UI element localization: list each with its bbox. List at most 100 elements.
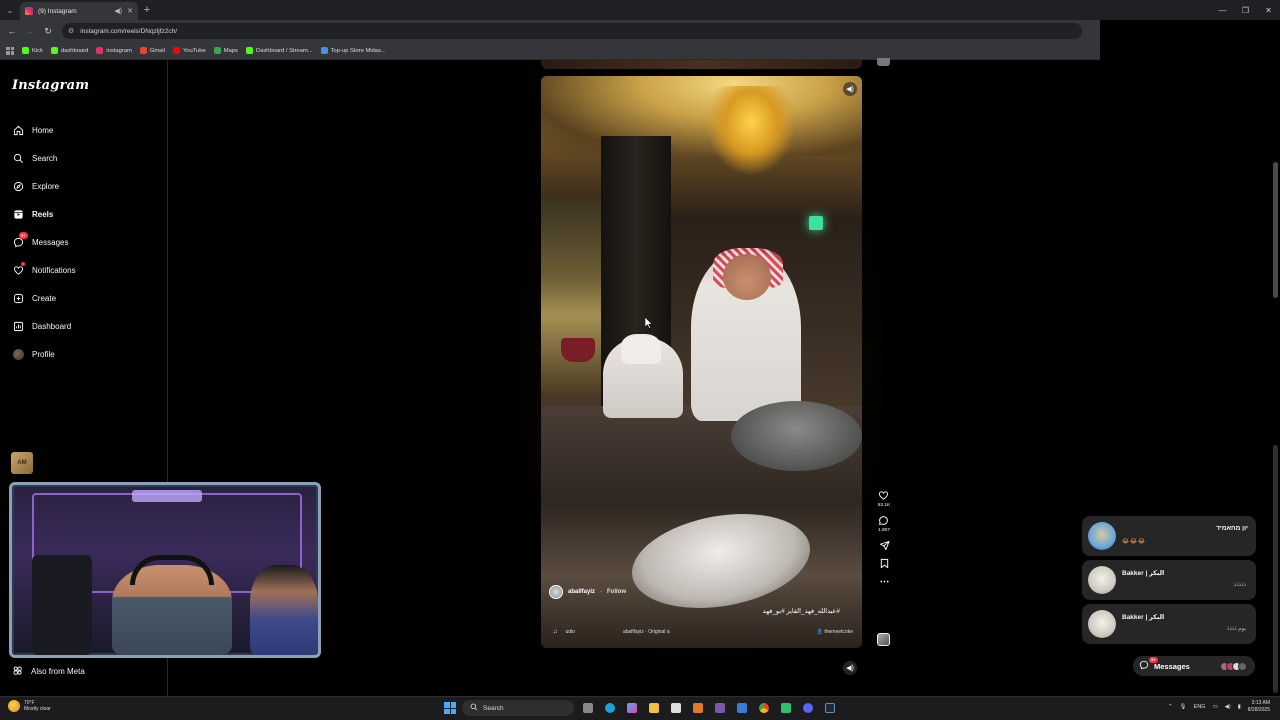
bookmark-kick[interactable]: Kick xyxy=(22,47,43,54)
chrome-icon[interactable] xyxy=(756,700,772,716)
apps-grid-icon[interactable] xyxy=(6,46,14,55)
new-tab-button[interactable]: + xyxy=(138,4,156,16)
store-icon[interactable] xyxy=(668,700,684,716)
speaker-icon[interactable]: ◀) xyxy=(114,7,122,15)
kick-icon xyxy=(50,47,58,54)
weather-widget[interactable]: 70°F Mostly clear xyxy=(8,700,51,712)
sidebar-item-create[interactable]: Create xyxy=(0,284,168,312)
messages-pill-button[interactable]: 9+ Messages xyxy=(1133,656,1255,676)
bookmark-maps[interactable]: Maps xyxy=(213,47,238,54)
message-preview[interactable]: Bakker | البكر ذذذذذ xyxy=(1082,560,1256,600)
message-preview[interactable]: יון מחאמיד 😂😂😂 xyxy=(1082,516,1256,556)
bookmark-gmail[interactable]: Gmail xyxy=(139,47,165,54)
browser-tab-instagram[interactable]: (9) Instagram ◀) ✕ xyxy=(20,2,138,20)
task-view-icon[interactable] xyxy=(580,700,596,716)
sidebar-item-home[interactable]: Home xyxy=(0,116,168,144)
more-horizontal-icon xyxy=(879,580,889,583)
battery-icon[interactable]: ▮ xyxy=(1238,704,1241,710)
sidebar-item-explore[interactable]: Explore xyxy=(0,172,168,200)
avatar-icon xyxy=(12,348,24,360)
instagram-favicon-icon xyxy=(25,7,33,15)
forward-arrow-icon[interactable]: → xyxy=(22,23,38,39)
inner-scrollbar-thumb[interactable] xyxy=(1273,445,1278,693)
site-info-icon[interactable]: ⚙ xyxy=(68,27,74,35)
follow-button[interactable]: Follow xyxy=(607,589,626,595)
system-tray: ⌃ 🎙 ENG ▭ ◀) ▮ 3:13 AM 8/28/2025 xyxy=(1168,700,1270,714)
send-icon xyxy=(879,540,890,551)
share-button[interactable] xyxy=(879,540,890,551)
tab-title: (9) Instagram xyxy=(38,7,77,15)
sidebar-nav: Home Search Explore Reels 9+ Messages No… xyxy=(0,116,168,368)
sidebar-item-messages[interactable]: 9+ Messages xyxy=(0,228,168,256)
message-preview[interactable]: Bakker | البكر يوم ذذذذ xyxy=(1082,604,1256,644)
reel-video[interactable] xyxy=(541,76,862,648)
avatar xyxy=(1088,610,1116,638)
windows-taskbar: 70°F Mostly clear Search ⌃ 🎙 ENG ▭ ◀) ▮ … xyxy=(0,696,1280,720)
streamer-logo: AM xyxy=(11,452,33,474)
app-icon[interactable] xyxy=(778,700,794,716)
sidebar-item-reels[interactable]: Reels xyxy=(0,200,168,228)
copilot-icon[interactable] xyxy=(624,700,640,716)
back-arrow-icon[interactable]: ← xyxy=(4,23,20,39)
file-explorer-icon[interactable] xyxy=(646,700,662,716)
audio-thumbnail[interactable] xyxy=(877,633,890,646)
bookmark-topup-store[interactable]: Top-up Store Midas... xyxy=(320,47,386,54)
audio-source[interactable]: aballfayiz · Original a xyxy=(623,629,670,635)
bookmark-dashboard-stream[interactable]: Dashboard / Stream... xyxy=(245,47,313,54)
edge-icon[interactable] xyxy=(602,700,618,716)
chandelier xyxy=(706,86,796,176)
save-button[interactable] xyxy=(879,558,890,569)
reel-actions: 53.1K 1,907 xyxy=(874,490,894,594)
chevron-up-icon[interactable]: ⌃ xyxy=(1168,704,1173,710)
moon-weather-icon xyxy=(8,700,20,712)
close-tab-icon[interactable]: ✕ xyxy=(127,7,133,15)
close-window-icon[interactable]: ✕ xyxy=(1257,0,1280,20)
previous-audio-thumb[interactable] xyxy=(877,58,890,66)
network-icon[interactable]: ▭ xyxy=(1212,704,1217,710)
next-audio-toggle-icon[interactable]: ◀) xyxy=(843,661,857,675)
author-name[interactable]: aballfayiz xyxy=(568,589,595,595)
sidebar-item-notifications[interactable]: Notifications xyxy=(0,256,168,284)
app-icon[interactable] xyxy=(690,700,706,716)
also-from-meta-button[interactable]: Also from Meta xyxy=(12,665,85,678)
page-scrollbar-thumb[interactable] xyxy=(1273,162,1278,298)
mouse-cursor-icon xyxy=(644,316,653,329)
sidebar-item-dashboard[interactable]: Dashboard xyxy=(0,312,168,340)
url-bar[interactable]: ⚙ instagram.com/reels/DNqzljfz2ch/ xyxy=(62,23,1082,39)
instagram-logo[interactable]: Instagram xyxy=(12,78,89,93)
notification-dot xyxy=(21,262,25,266)
audio-label[interactable]: udio xyxy=(566,629,575,635)
audio-toggle-icon[interactable]: ◀) xyxy=(843,82,857,96)
notes-icon[interactable] xyxy=(734,700,750,716)
recent-contacts-avatars xyxy=(1220,661,1247,671)
volume-icon[interactable]: ◀) xyxy=(1225,704,1231,710)
address-toolbar: ← → ↻ ⚙ instagram.com/reels/DNqzljfz2ch/ xyxy=(0,20,1100,42)
discord-icon[interactable] xyxy=(800,700,816,716)
emoji-reaction: 😂😂😂 xyxy=(1122,539,1147,545)
maximize-icon[interactable]: ❐ xyxy=(1234,0,1257,20)
author-avatar[interactable] xyxy=(549,585,563,599)
sidebar-item-profile[interactable]: Profile xyxy=(0,340,168,368)
browser-tabbar: ⌄ (9) Instagram ◀) ✕ + — ❐ ✕ xyxy=(0,0,1280,20)
taskbar-search[interactable]: Search xyxy=(462,700,574,716)
bookmark-instagram[interactable]: instagram xyxy=(96,47,132,54)
reel-caption[interactable]: #عبدالله_فهد_الفايز #بو_فهد xyxy=(640,607,840,615)
tab-search-icon[interactable]: ⌄ xyxy=(0,0,20,20)
clock[interactable]: 3:13 AM 8/28/2025 xyxy=(1248,700,1270,714)
meta-apps-icon xyxy=(12,665,23,678)
steam-icon[interactable] xyxy=(822,700,838,716)
minimize-icon[interactable]: — xyxy=(1211,0,1234,20)
language-indicator[interactable]: ENG xyxy=(1194,704,1206,710)
sidebar-item-search[interactable]: Search xyxy=(0,144,168,172)
like-button[interactable]: 53.1K xyxy=(878,490,890,508)
reload-icon[interactable]: ↻ xyxy=(40,23,56,39)
comment-button[interactable]: 1,907 xyxy=(878,515,890,533)
app-icon[interactable] xyxy=(712,700,728,716)
windows-start-icon[interactable] xyxy=(444,702,456,714)
bookmark-dashboard[interactable]: dashboard xyxy=(50,47,88,54)
collaborator[interactable]: 👤 themeetcoke xyxy=(817,629,853,635)
bookmark-youtube[interactable]: YouTube xyxy=(172,47,206,54)
microphone-icon[interactable]: 🎙 xyxy=(1180,704,1187,710)
avatar xyxy=(1088,566,1116,594)
more-options-button[interactable] xyxy=(879,576,890,587)
